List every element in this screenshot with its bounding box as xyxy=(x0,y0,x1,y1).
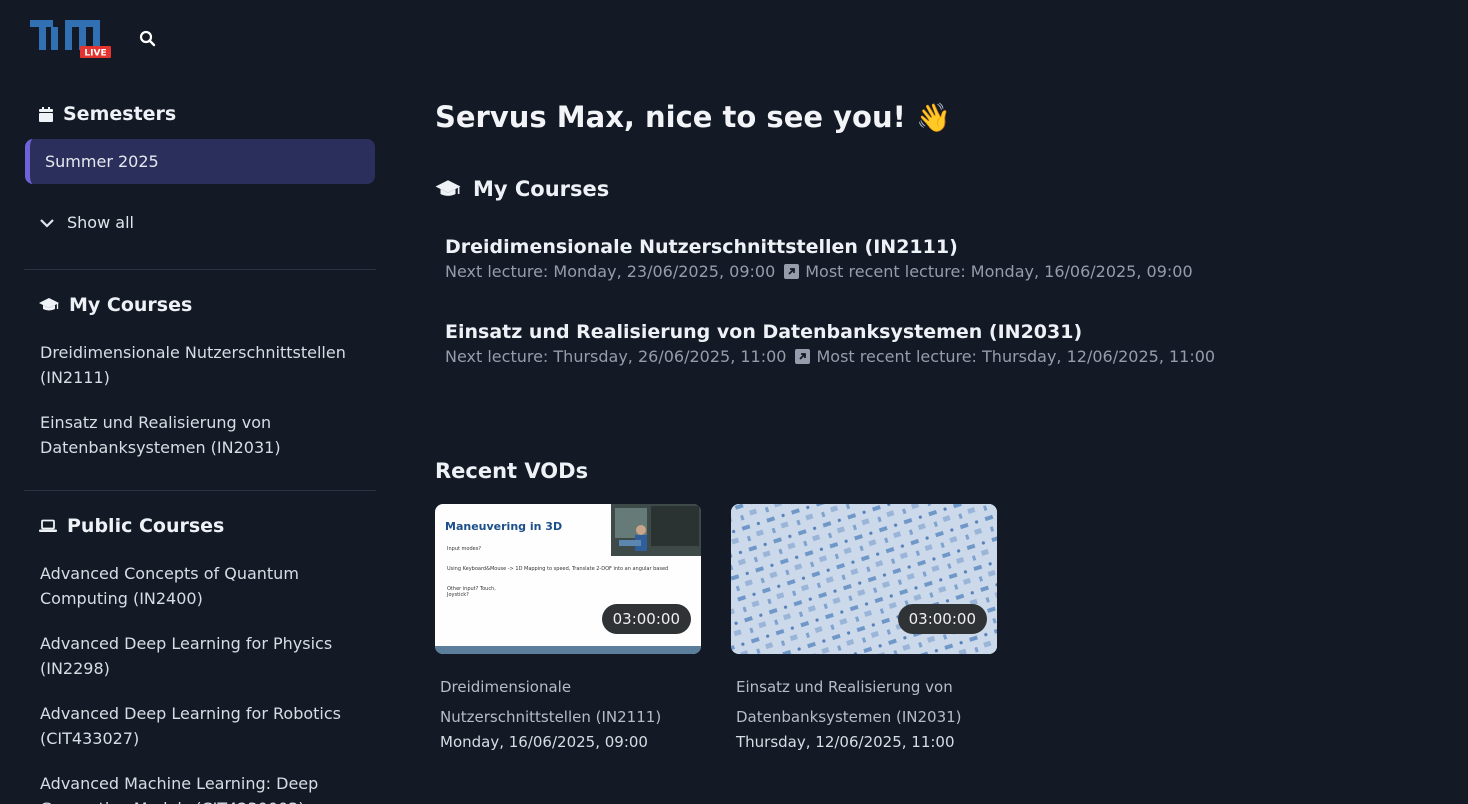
semesters-heading: Semesters xyxy=(24,99,176,129)
vod-date: Thursday, 12/06/2025, 11:00 xyxy=(736,733,955,751)
greeting: Servus Max, nice to see you! 👋 xyxy=(435,100,951,134)
public-course-link[interactable]: Advanced Deep Learning for Physics (IN22… xyxy=(40,631,370,681)
calendar-icon xyxy=(39,106,53,122)
public-courses-heading: Public Courses xyxy=(24,511,224,541)
semesters-heading-label: Semesters xyxy=(63,103,177,125)
duration-badge: 03:00:00 xyxy=(601,604,691,634)
graduation-cap-icon xyxy=(39,298,59,311)
course-card: Dreidimensionale Nutzerschnittstellen (I… xyxy=(445,236,1193,281)
show-all-button[interactable]: Show all xyxy=(39,213,134,232)
show-all-label: Show all xyxy=(67,213,134,232)
semester-item-selected[interactable]: Summer 2025 xyxy=(25,139,375,184)
vod-title[interactable]: Dreidimensionale Nutzerschnittstellen (I… xyxy=(440,672,701,732)
laptop-icon xyxy=(39,519,57,532)
public-course-link[interactable]: Advanced Concepts of Quantum Computing (… xyxy=(40,561,370,611)
duration-badge: 03:00:00 xyxy=(897,604,987,634)
my-courses-section-label: My Courses xyxy=(473,177,610,201)
vod-title-line: Nutzerschnittstellen (IN2111) xyxy=(440,708,662,726)
sidebar-divider xyxy=(24,269,376,270)
search-icon[interactable] xyxy=(138,29,158,49)
logo-badge: LIVE xyxy=(84,49,106,59)
slide-bullet: Using Keyboard&Mouse -> 1D Mapping to sp… xyxy=(447,566,669,572)
top-bar: LIVE xyxy=(0,0,1468,80)
external-link-icon[interactable] xyxy=(795,349,811,364)
vod-card[interactable]: Maneuvering in 3D Input modes? Using Key… xyxy=(435,504,701,752)
course-meta: Next lecture: Monday, 23/06/2025, 09:00 … xyxy=(445,262,1193,281)
course-card: Einsatz und Realisierung von Datenbanksy… xyxy=(445,321,1215,366)
course-title-link[interactable]: Einsatz und Realisierung von Datenbanksy… xyxy=(445,321,1215,343)
public-course-link[interactable]: Advanced Deep Learning for Robotics (CIT… xyxy=(40,701,370,751)
external-link-icon[interactable] xyxy=(784,264,800,279)
sidebar: Semesters Summer 2025 Show all My Course… xyxy=(24,80,376,804)
next-lecture: Next lecture: Thursday, 26/06/2025, 11:0… xyxy=(445,347,787,366)
greeting-text: Servus Max, nice to see you! xyxy=(435,100,906,134)
most-recent-lecture[interactable]: Most recent lecture: Thursday, 12/06/202… xyxy=(816,347,1215,366)
course-title-link[interactable]: Dreidimensionale Nutzerschnittstellen (I… xyxy=(445,236,1193,258)
next-lecture: Next lecture: Monday, 23/06/2025, 09:00 xyxy=(445,262,776,281)
vod-thumbnail[interactable]: Maneuvering in 3D Input modes? Using Key… xyxy=(435,504,701,654)
public-courses-heading-label: Public Courses xyxy=(67,515,225,537)
vod-thumbnail[interactable]: 03:00:00 xyxy=(731,504,997,654)
waving-hand-icon: 👋 xyxy=(915,101,951,134)
vod-card[interactable]: 03:00:00 Einsatz und Realisierung von Da… xyxy=(731,504,997,752)
vod-title-line: Einsatz und Realisierung von xyxy=(736,678,953,696)
tum-live-logo[interactable]: LIVE xyxy=(30,20,112,60)
sidebar-course-link[interactable]: Dreidimensionale Nutzerschnittstellen (I… xyxy=(40,340,370,390)
sidebar-divider xyxy=(24,490,376,491)
public-course-link[interactable]: Advanced Machine Learning: Deep Generati… xyxy=(40,771,370,804)
chevron-down-icon xyxy=(40,218,54,228)
my-courses-heading: My Courses xyxy=(24,290,192,320)
vod-title-line: Datenbanksystemen (IN2031) xyxy=(736,708,962,726)
my-courses-heading-label: My Courses xyxy=(69,294,193,316)
camera-feed-image xyxy=(611,504,701,556)
graduation-cap-icon xyxy=(435,180,461,196)
vod-date: Monday, 16/06/2025, 09:00 xyxy=(440,733,648,751)
slide-bullet: Other input? Touch, Joystick? xyxy=(447,586,496,598)
slide-footer-bar xyxy=(435,646,701,654)
sidebar-course-link[interactable]: Einsatz und Realisierung von Datenbanksy… xyxy=(40,410,370,460)
most-recent-lecture[interactable]: Most recent lecture: Monday, 16/06/2025,… xyxy=(805,262,1192,281)
my-courses-section-heading: My Courses xyxy=(435,177,609,201)
vod-title[interactable]: Einsatz und Realisierung von Datenbanksy… xyxy=(736,672,997,732)
course-meta: Next lecture: Thursday, 26/06/2025, 11:0… xyxy=(445,347,1215,366)
recent-vods-heading: Recent VODs xyxy=(435,459,589,483)
vod-title-line: Dreidimensionale xyxy=(440,678,572,696)
slide-title: Maneuvering in 3D xyxy=(445,520,563,533)
slide-bullet: Input modes? xyxy=(447,546,481,552)
